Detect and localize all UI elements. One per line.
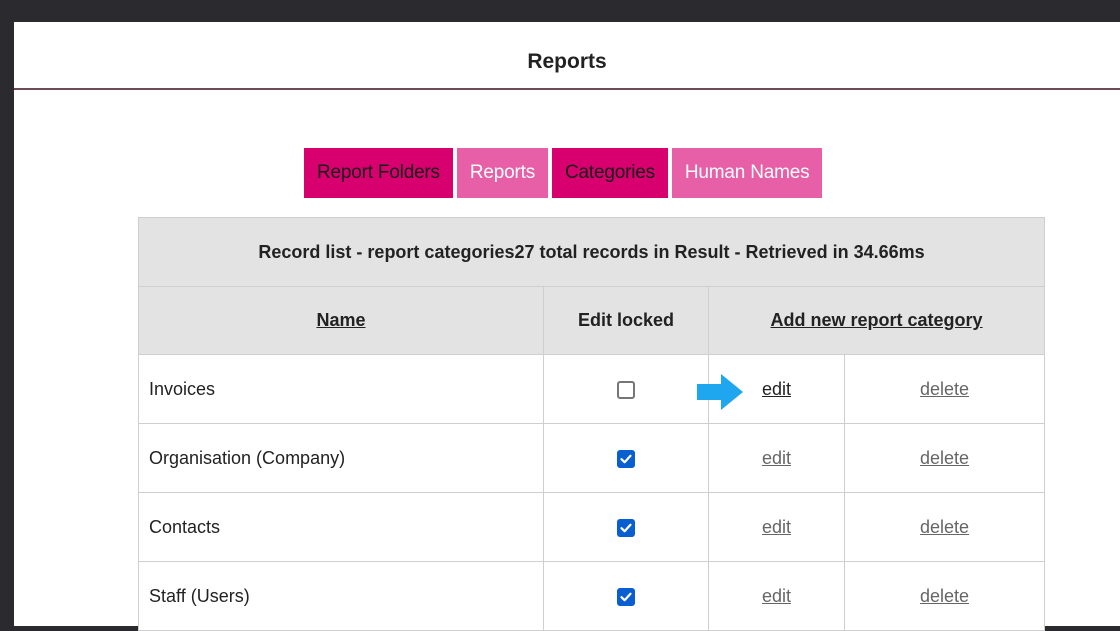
sort-by-name-link[interactable]: Name [316, 310, 365, 330]
table-header-row: Name Edit locked Add new report category [138, 286, 1046, 355]
column-header-name: Name [138, 286, 544, 355]
edit-link[interactable]: edit [762, 517, 791, 537]
page-title: Reports [527, 50, 607, 73]
row-edit-cell: edit [708, 561, 845, 631]
page-header: Reports [14, 22, 1120, 90]
edit-locked-checkbox[interactable] [617, 518, 635, 537]
row-name: Contacts [138, 492, 544, 562]
page-content: Reports Report Folders Reports Categorie… [14, 22, 1120, 631]
edit-link[interactable]: edit [762, 448, 791, 468]
row-delete-cell: delete [843, 423, 1046, 493]
row-delete-cell: delete [843, 492, 1046, 562]
column-header-edit-locked: Edit locked [543, 286, 709, 355]
row-edit-locked-cell [543, 561, 709, 631]
checkmark-icon [620, 592, 632, 602]
tab-reports[interactable]: Reports [456, 148, 549, 198]
edit-link[interactable]: edit [762, 379, 791, 399]
row-edit-cell: edit [708, 492, 845, 562]
table-row: Contacts edit delete [138, 492, 1046, 562]
row-delete-cell: delete [843, 354, 1046, 424]
add-new-report-category-link[interactable]: Add new report category [771, 310, 983, 330]
arrow-right-icon [697, 374, 743, 410]
row-name: Invoices [138, 354, 544, 424]
delete-link[interactable]: delete [920, 517, 969, 537]
row-name: Staff (Users) [138, 561, 544, 631]
edit-locked-checkbox[interactable] [617, 380, 635, 399]
delete-link[interactable]: delete [920, 586, 969, 606]
row-edit-locked-cell [543, 354, 709, 424]
records-table: Record list - report categories27 total … [137, 217, 1046, 631]
row-edit-locked-cell [543, 492, 709, 562]
table-row: Organisation (Company) edit delete [138, 423, 1046, 493]
window-left-bar [0, 0, 14, 626]
tab-categories[interactable]: Categories [552, 148, 668, 198]
edit-locked-checkbox[interactable] [617, 587, 635, 606]
edit-locked-checkbox[interactable] [617, 449, 635, 468]
table-caption: Record list - report categories27 total … [137, 217, 1046, 287]
tab-human-names[interactable]: Human Names [671, 148, 823, 198]
window-top-bar [0, 0, 1120, 22]
row-edit-cell: edit [708, 423, 845, 493]
column-header-add: Add new report category [707, 286, 1046, 355]
row-delete-cell: delete [843, 561, 1046, 631]
row-edit-locked-cell [543, 423, 709, 493]
delete-link[interactable]: delete [920, 379, 969, 399]
checkmark-icon [620, 454, 632, 464]
tab-report-folders[interactable]: Report Folders [304, 148, 453, 198]
edit-link[interactable]: edit [762, 586, 791, 606]
table-row: Staff (Users) edit delete [138, 561, 1046, 631]
delete-link[interactable]: delete [920, 448, 969, 468]
tab-bar: Report Folders Reports Categories Human … [304, 148, 823, 198]
checkmark-icon [620, 523, 632, 533]
row-name: Organisation (Company) [138, 423, 544, 493]
table-row: Invoices edit delete [138, 354, 1046, 424]
